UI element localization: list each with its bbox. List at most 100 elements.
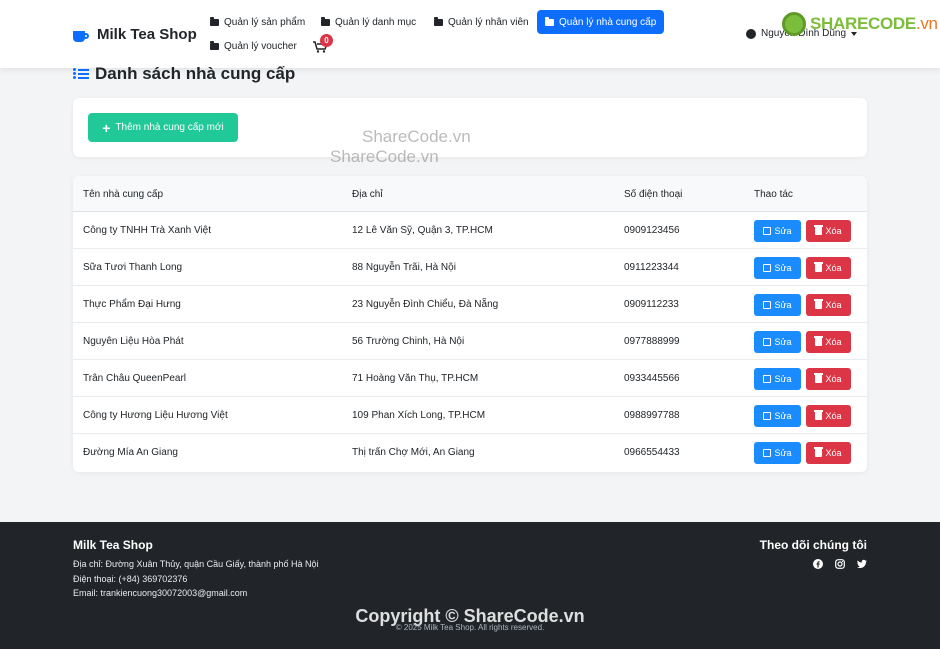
supplier-phone: 0966554433 <box>624 447 680 458</box>
delete-button[interactable]: Xóa <box>806 220 851 242</box>
edit-label: Sửa <box>774 448 792 458</box>
supplier-name: Sữa Tươi Thanh Long <box>83 262 183 273</box>
edit-label: Sửa <box>774 411 792 421</box>
trash-icon <box>814 299 824 309</box>
footer-copyright: © 2025 Milk Tea Shop. All rights reserve… <box>395 623 545 632</box>
supplier-address: 56 Trường Chinh, Hà Nội <box>352 336 465 347</box>
column-header-address: Địa chỉ <box>352 189 383 200</box>
supplier-phone: 0988997788 <box>624 410 680 421</box>
edit-button[interactable]: Sửa <box>754 220 801 242</box>
edit-button[interactable]: Sửa <box>754 442 801 464</box>
logo-suffix: .vn <box>915 14 938 33</box>
nav-item-label: Quản lý nhân viên <box>448 16 529 28</box>
sharecode-logo-icon <box>782 12 806 36</box>
trash-icon <box>814 225 824 235</box>
add-supplier-button[interactable]: + Thêm nhà cung cấp mới <box>88 113 238 142</box>
supplier-phone: 0909112233 <box>624 299 679 310</box>
nav-item-vouchers[interactable]: Quản lý voucher <box>202 35 305 57</box>
logo-text: SHARECODE <box>810 14 916 33</box>
footer-address: Địa chỉ: Đường Xuân Thủy, quận Cầu Giấy,… <box>73 559 319 569</box>
cart-count-badge: 0 <box>320 34 333 47</box>
edit-button[interactable]: Sửa <box>754 368 801 390</box>
supplier-address: 88 Nguyễn Trãi, Hà Nội <box>352 262 456 273</box>
delete-label: Xóa <box>825 374 842 384</box>
trash-icon <box>814 262 824 272</box>
delete-button[interactable]: Xóa <box>806 442 851 464</box>
navbar: Milk Tea Shop Quản lý sản phẩm Quản lý d… <box>0 0 940 68</box>
watermark-text: ShareCode.vn <box>330 147 439 166</box>
supplier-name: Công ty Hương Liệu Hương Việt <box>83 410 228 421</box>
edit-icon <box>763 227 772 235</box>
supplier-name: Công ty TNHH Trà Xanh Việt <box>83 225 212 236</box>
column-header-phone: Số điện thoại <box>624 189 683 200</box>
column-header-actions: Thao tác <box>754 189 793 200</box>
twitter-icon[interactable] <box>857 559 867 569</box>
edit-icon <box>763 375 772 383</box>
edit-icon <box>763 412 772 420</box>
supplier-address: 71 Hoàng Văn Thụ, TP.HCM <box>352 373 479 384</box>
list-icon <box>73 68 89 80</box>
page-heading: Danh sách nhà cung cấp <box>73 64 295 84</box>
folder-icon <box>210 40 219 50</box>
edit-icon <box>763 264 772 272</box>
table-header: Tên nhà cung cấp Địa chỉ Số điện thoại T… <box>73 176 867 212</box>
brand-name: Milk Tea Shop <box>97 26 197 43</box>
edit-icon <box>763 301 772 309</box>
delete-label: Xóa <box>825 411 842 421</box>
coffee-cup-icon <box>73 28 89 42</box>
nav-item-suppliers[interactable]: Quản lý nhà cung cấp <box>537 10 665 34</box>
delete-button[interactable]: Xóa <box>806 294 851 316</box>
edit-button[interactable]: Sửa <box>754 405 801 427</box>
trash-icon <box>814 447 824 457</box>
social-links <box>813 559 867 569</box>
supplier-phone: 0933445566 <box>624 373 680 384</box>
delete-button[interactable]: Xóa <box>806 405 851 427</box>
page-title: Danh sách nhà cung cấp <box>95 64 296 83</box>
user-icon <box>746 28 756 39</box>
table-row: Thực Phẩm Đại Hưng 23 Nguyễn Đình Chiểu, … <box>73 286 867 323</box>
nav-item-label: Quản lý voucher <box>224 40 297 52</box>
supplier-address: 23 Nguyễn Đình Chiểu, Đà Nẵng <box>352 299 499 310</box>
nav-item-label: Quản lý nhà cung cấp <box>559 16 657 28</box>
edit-button[interactable]: Sửa <box>754 294 801 316</box>
instagram-icon[interactable] <box>835 559 845 569</box>
nav-item-employees[interactable]: Quản lý nhân viên <box>426 11 537 33</box>
supplier-name: Thực Phẩm Đại Hưng <box>83 299 181 310</box>
delete-button[interactable]: Xóa <box>806 368 851 390</box>
footer-title: Milk Tea Shop <box>73 538 153 552</box>
table-row: Nguyên Liệu Hòa Phát 56 Trường Chinh, Hà … <box>73 323 867 360</box>
footer: Milk Tea Shop Địa chỉ: Đường Xuân Thủy, … <box>0 522 940 649</box>
brand[interactable]: Milk Tea Shop <box>73 26 197 43</box>
column-header-name: Tên nhà cung cấp <box>83 189 164 200</box>
edit-icon <box>763 449 772 457</box>
edit-label: Sửa <box>774 226 792 236</box>
footer-phone: Điện thoại: (+84) 369702376 <box>73 574 188 584</box>
nav-item-categories[interactable]: Quản lý danh mục <box>313 11 424 33</box>
supplier-name: Trân Châu QueenPearl <box>83 373 187 384</box>
supplier-name: Nguyên Liệu Hòa Phát <box>83 336 184 347</box>
plus-icon: + <box>102 119 111 136</box>
edit-button[interactable]: Sửa <box>754 331 801 353</box>
folder-icon <box>434 16 443 26</box>
supplier-phone: 0909123456 <box>624 225 680 236</box>
add-supplier-label: Thêm nhà cung cấp mới <box>115 122 224 133</box>
delete-label: Xóa <box>825 263 842 273</box>
nav-item-label: Quản lý sản phẩm <box>224 16 306 28</box>
edit-icon <box>763 338 772 346</box>
supplier-table: Tên nhà cung cấp Địa chỉ Số điện thoại T… <box>73 176 867 472</box>
edit-button[interactable]: Sửa <box>754 257 801 279</box>
edit-label: Sửa <box>774 300 792 310</box>
nav-item-products[interactable]: Quản lý sản phẩm <box>202 11 313 33</box>
supplier-name: Đường Mía An Giang <box>83 447 178 458</box>
delete-button[interactable]: Xóa <box>806 331 851 353</box>
table-row: Công ty TNHH Trà Xanh Việt 12 Lê Văn Sỹ, … <box>73 212 867 249</box>
folder-icon <box>210 16 219 26</box>
table-row: Sữa Tươi Thanh Long 88 Nguyễn Trãi, Hà Nộ… <box>73 249 867 286</box>
nav-item-label: Quản lý danh mục <box>335 16 417 28</box>
edit-label: Sửa <box>774 374 792 384</box>
delete-button[interactable]: Xóa <box>806 257 851 279</box>
edit-label: Sửa <box>774 337 792 347</box>
supplier-address: 109 Phan Xích Long, TP.HCM <box>352 410 486 421</box>
facebook-icon[interactable] <box>813 559 823 569</box>
folder-icon <box>545 16 554 26</box>
